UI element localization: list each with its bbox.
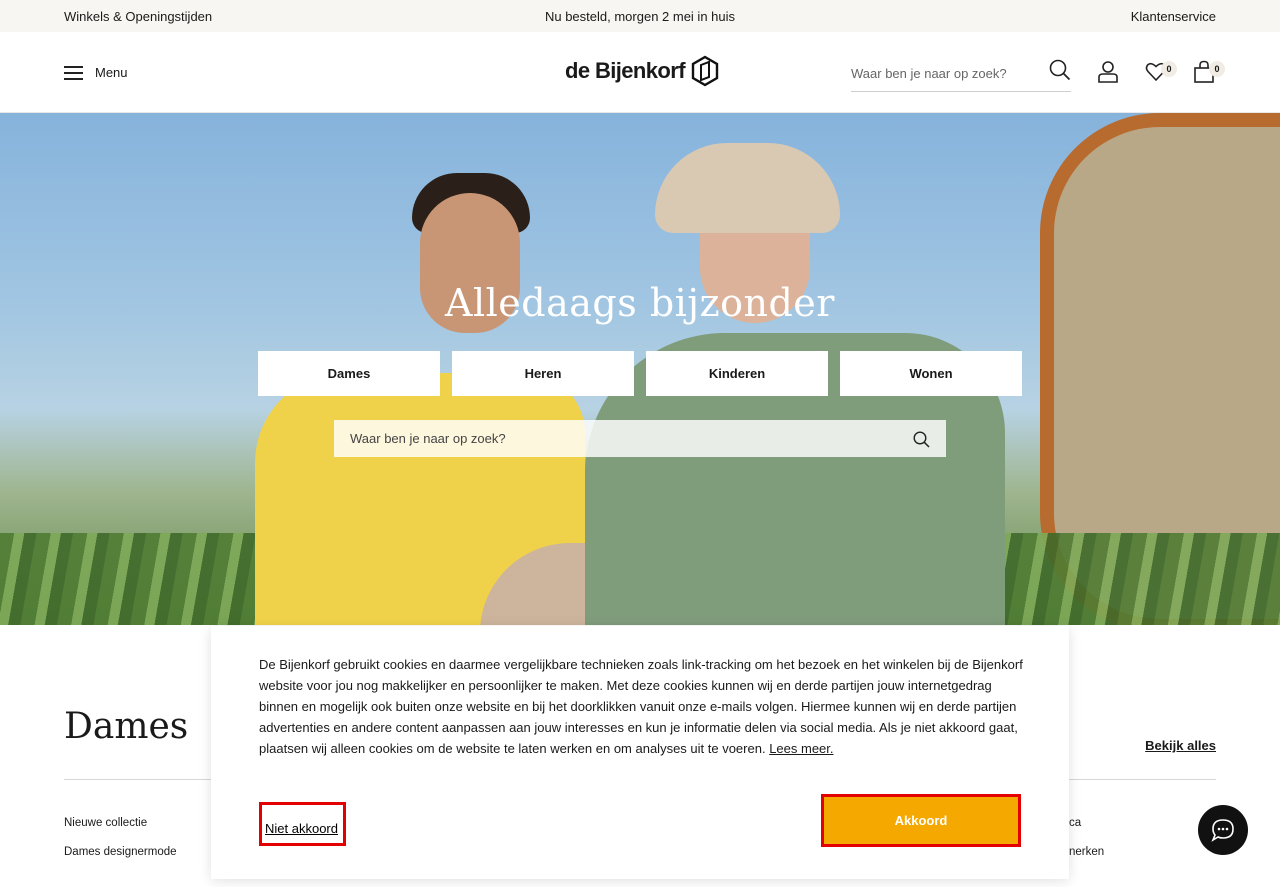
chat-icon — [1211, 819, 1234, 842]
section-title: Dames — [64, 706, 189, 747]
cookie-consent-dialog: De Bijenkorf gebruikt cookies en daarmee… — [211, 626, 1069, 879]
hero-bucket-hat — [655, 143, 840, 233]
wishlist-count-badge: 0 — [1161, 61, 1177, 77]
link-nieuwe-collectie[interactable]: Nieuwe collectie — [64, 817, 147, 829]
logo-hexagon-icon — [691, 55, 719, 87]
menu-button[interactable]: Menu — [64, 65, 128, 80]
site-header: Menu de Bijenkorf 0 0 — [0, 32, 1280, 113]
decline-button[interactable]: Niet akkoord — [259, 802, 346, 846]
menu-label: Menu — [95, 65, 128, 80]
category-kinderen-button[interactable]: Kinderen — [646, 351, 828, 396]
customer-service-link[interactable]: Klantenservice — [1131, 9, 1216, 24]
cookie-text: De Bijenkorf gebruikt cookies en daarmee… — [259, 654, 1029, 759]
accept-button[interactable]: Akkoord — [821, 794, 1021, 847]
hero-search-input[interactable] — [334, 420, 874, 457]
hero-banner: Alledaags bijzonder Dames Heren Kinderen… — [0, 113, 1280, 625]
chat-button[interactable] — [1198, 805, 1248, 855]
category-heren-button[interactable]: Heren — [452, 351, 634, 396]
hero-search — [334, 420, 946, 457]
view-all-link[interactable]: Bekijk alles — [1145, 738, 1216, 753]
category-dames-button[interactable]: Dames — [258, 351, 440, 396]
search-icon[interactable] — [913, 431, 930, 448]
link-partial-ca[interactable]: ca — [1069, 817, 1081, 829]
logo[interactable]: de Bijenkorf — [565, 55, 719, 87]
logo-text: de Bijenkorf — [565, 58, 686, 83]
read-more-link[interactable]: Lees meer. — [769, 741, 833, 756]
user-icon[interactable] — [1097, 60, 1119, 84]
search-icon[interactable] — [1049, 59, 1071, 81]
link-dames-designermode[interactable]: Dames designermode — [64, 846, 177, 858]
cart-count-badge: 0 — [1209, 61, 1225, 77]
category-wonen-button[interactable]: Wonen — [840, 351, 1022, 396]
header-search — [851, 58, 1071, 92]
hero-title: Alledaags bijzonder — [445, 281, 835, 325]
cookie-body: De Bijenkorf gebruikt cookies en daarmee… — [259, 657, 1023, 756]
top-bar: Nu besteld, morgen 2 mei in huis Winkels… — [0, 0, 1280, 32]
hamburger-icon — [64, 66, 83, 80]
header-search-input[interactable] — [851, 60, 1031, 86]
stores-link[interactable]: Winkels & Openingstijden — [64, 9, 212, 24]
link-partial-nerken[interactable]: nerken — [1069, 846, 1104, 858]
